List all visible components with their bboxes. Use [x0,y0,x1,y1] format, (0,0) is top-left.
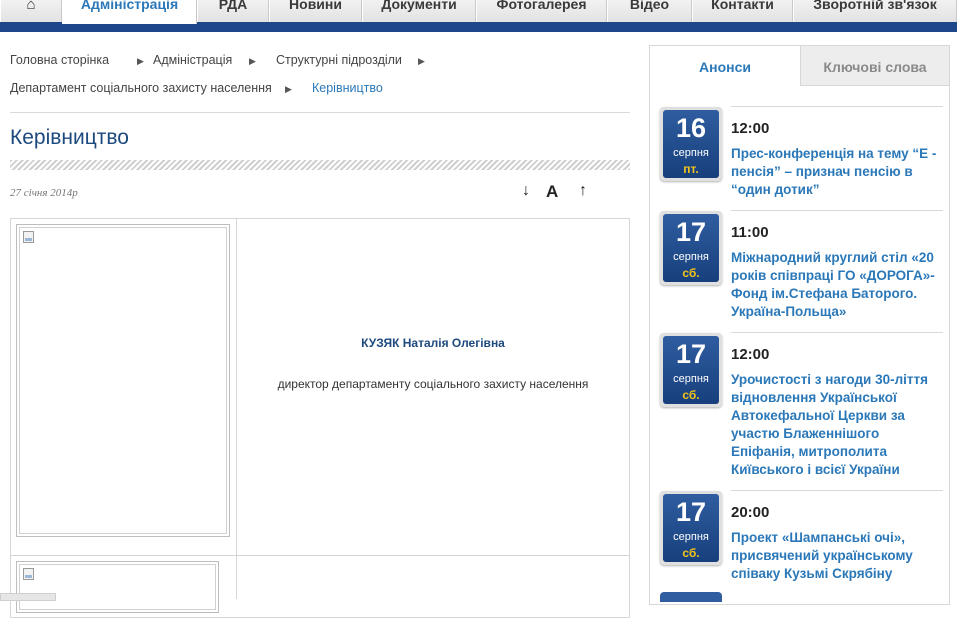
tab-feedback-label: Зворотній зв'язок [813,0,937,12]
person-photo [16,224,230,537]
tab-photogallery-label: Фотогалерея [496,0,587,12]
event-time: 12:00 [731,346,770,363]
breadcrumb-arrow-icon: ▶ [137,56,144,66]
tab-administration-label: Адміністрація [80,0,179,12]
horizontal-scrollbar[interactable] [0,593,56,601]
event-date-badge: 17 серпня сб. [660,491,722,565]
event-day: 17 [675,339,707,369]
top-navigation: ⌂ Адміністрація РДА Новини Документи Фот… [0,0,957,32]
broken-image-icon [23,568,34,580]
title-underline [10,160,630,170]
event-day: 16 [675,113,707,143]
breadcrumb-arrow-icon: ▶ [249,56,256,66]
event-date-badge: 17 серпня сб. [660,333,722,407]
event-title-link[interactable]: Прес-конференція на тему “Е - пенсія” – … [731,145,945,199]
breadcrumb-administration[interactable]: Адміністрація [153,53,232,67]
event-time: 11:00 [731,224,769,241]
table-row-divider [10,555,630,556]
tab-photogallery[interactable]: Фотогалерея [476,0,607,22]
tab-video[interactable]: Відео [607,0,692,22]
event-month: серпня [673,373,709,385]
tab-video-label: Відео [629,0,670,12]
event-day: 17 [675,217,707,247]
breadcrumb-arrow-icon: ▶ [418,56,425,66]
event-date-badge: 17 серпня сб. [660,211,722,285]
person-photo [16,561,219,613]
divider [10,112,630,113]
breadcrumb-current: Керівництво [312,81,383,95]
font-size-icon[interactable]: A [546,182,558,202]
arrow-up-icon[interactable]: ↑ [579,182,587,200]
person-role: директор департаменту соціального захист… [277,377,589,391]
event-separator [731,210,943,211]
tab-rda-label: РДА [218,0,248,12]
tab-news-label: Новини [289,0,342,12]
tab-administration[interactable]: Адміністрація [62,0,197,24]
page-title: Керівництво [10,126,129,149]
tab-contacts-label: Контакти [711,0,774,12]
breadcrumb-home[interactable]: Головна сторінка [10,53,109,67]
event-date-badge [660,592,722,602]
event-separator [731,106,943,107]
publish-date: 27 січня 2014р [10,187,78,199]
event-day: 17 [675,497,707,527]
event-weekday: сб. [682,266,700,280]
event-weekday: пт. [683,162,699,176]
tab-contacts[interactable]: Контакти [692,0,793,22]
tab-announcements[interactable]: Анонси [650,46,800,86]
person-name[interactable]: КУЗЯК Наталія Олегівна [237,336,629,350]
event-month: серпня [673,251,709,263]
tab-rda[interactable]: РДА [197,0,269,22]
event-separator [731,490,943,491]
event-weekday: сб. [682,546,700,560]
tab-news[interactable]: Новини [269,0,362,22]
breadcrumb-department[interactable]: Департамент соціального захисту населенн… [10,81,272,95]
event-time: 20:00 [731,504,770,521]
event-date-badge: 16 серпня пт. [660,107,722,181]
tab-feedback[interactable]: Зворотній зв'язок [793,0,957,22]
event-title-link[interactable]: Проект «Шампанські очі», присвячений укр… [731,529,945,583]
broken-image-icon [23,231,34,243]
event-month: серпня [673,531,709,543]
home-icon: ⌂ [26,0,36,13]
event-separator [731,332,943,333]
event-title-link[interactable]: Міжнародний круглий стіл «20 років співп… [731,249,945,321]
tab-keywords[interactable]: Ключові слова [800,46,949,86]
table-column-divider [236,218,237,599]
breadcrumb-structural-units[interactable]: Структурні підрозділи [276,53,402,67]
event-title-link[interactable]: Урочистості з нагоди 30-ліття відновленн… [731,371,945,479]
event-month: серпня [673,147,709,159]
home-tab[interactable]: ⌂ [0,0,62,22]
tab-documents[interactable]: Документи [362,0,476,22]
tab-documents-label: Документи [381,0,457,12]
event-time: 12:00 [731,120,770,137]
event-weekday: сб. [682,388,700,402]
breadcrumb-arrow-icon: ▶ [285,84,292,94]
arrow-down-icon[interactable]: ↓ [522,182,530,200]
